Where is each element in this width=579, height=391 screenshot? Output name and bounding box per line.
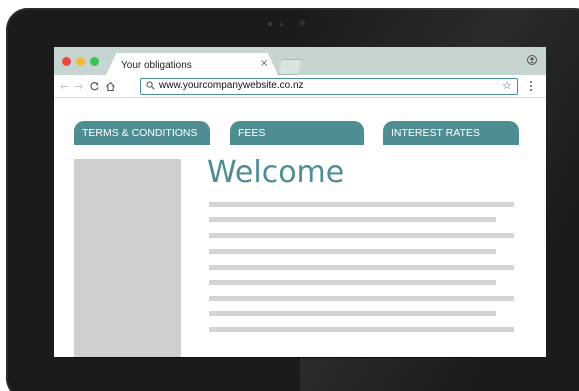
kebab-menu-icon[interactable] — [530, 81, 533, 93]
maximize-window-icon[interactable] — [90, 57, 99, 66]
url-text[interactable]: www.yourcompanywebsite.co.nz — [159, 80, 304, 91]
camera-icon — [299, 20, 305, 26]
screen-bezel-edge — [54, 357, 546, 358]
text-line-placeholder — [209, 202, 514, 207]
search-icon — [146, 81, 155, 90]
sidebar-image-placeholder — [74, 159, 181, 357]
stage: Your obligations × ← → www.yourcompanywe… — [0, 0, 579, 391]
text-line-placeholder — [209, 217, 496, 222]
text-line-placeholder — [209, 249, 496, 254]
star-icon[interactable]: ☆ — [502, 79, 512, 92]
tab-title[interactable]: Your obligations — [121, 60, 192, 71]
nav-tab-terms-conditions[interactable]: TERMS & CONDITIONS — [74, 121, 210, 145]
back-arrow-icon[interactable]: ← — [60, 81, 69, 92]
text-line-placeholder — [209, 265, 514, 270]
tablet-screen: Your obligations × ← → www.yourcompanywe… — [54, 47, 546, 357]
text-line-placeholder — [209, 296, 514, 301]
home-icon[interactable] — [105, 81, 116, 92]
text-line-placeholder — [209, 311, 496, 316]
page-title: Welcome — [207, 155, 345, 190]
close-icon[interactable]: × — [260, 58, 268, 69]
minimize-window-icon[interactable] — [76, 57, 85, 66]
sensor-dot — [280, 23, 283, 26]
text-line-placeholder — [209, 327, 514, 332]
forward-arrow-icon[interactable]: → — [74, 81, 83, 92]
nav-tab-fees[interactable]: FEES — [230, 121, 364, 145]
text-line-placeholder — [209, 233, 514, 238]
close-window-icon[interactable] — [62, 57, 71, 66]
text-line-placeholder — [209, 280, 496, 285]
nav-tab-interest-rates[interactable]: INTEREST RATES — [383, 121, 519, 145]
profile-icon[interactable] — [527, 55, 537, 65]
reload-icon[interactable] — [89, 81, 100, 92]
sensor-dot — [268, 22, 272, 26]
